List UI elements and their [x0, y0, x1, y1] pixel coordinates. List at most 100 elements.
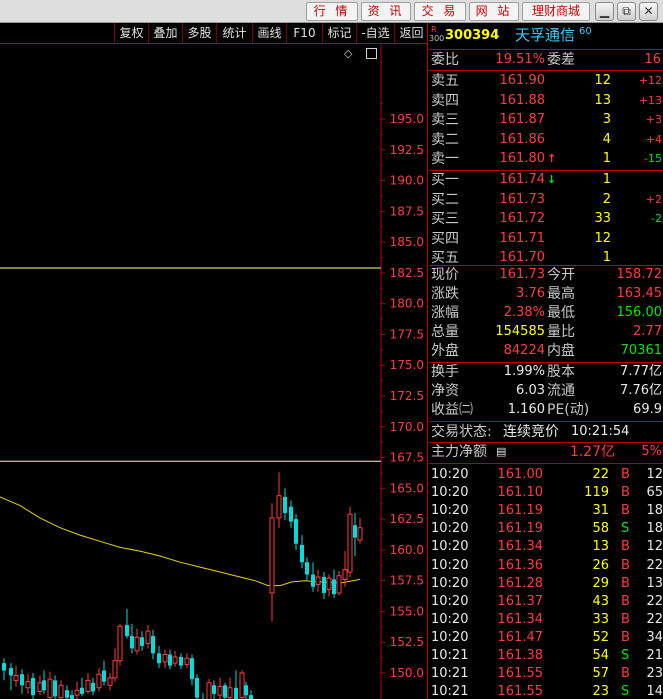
y-tick-label: 172.5	[390, 389, 424, 403]
buy-order-row[interactable]: 买三 161.72 33 -2	[429, 210, 663, 228]
order-price: 161.88	[499, 92, 546, 108]
candle-down	[353, 525, 357, 538]
tick-row[interactable]: 10:20 161.19 58 S 18	[429, 520, 663, 538]
toolbar-fuquan-button[interactable]: 复权	[114, 23, 148, 43]
candle-down	[179, 656, 183, 666]
candle-down	[31, 677, 35, 696]
kline-chart-area[interactable]: 195.0 192.5 190.0 187.5 185.0 182.5 180.0 177.5…	[0, 23, 428, 699]
order-price: 161.86	[499, 131, 546, 147]
quote-row-5: 外盘 84224 内盘 70361	[429, 342, 663, 360]
candle-up	[112, 660, 118, 679]
nav-button-jiaoyi[interactable]: 交 易	[414, 2, 466, 21]
neipan-value: 70361	[620, 343, 662, 358]
buy-order-row[interactable]: 买四 161.71 12	[429, 230, 663, 248]
buy-order-row[interactable]: 买二 161.73 2 +2	[429, 191, 663, 209]
tick-volume: 119	[584, 485, 609, 501]
nav-button-licai-shangcheng[interactable]: 理财商城	[522, 2, 590, 21]
zhuli-detail-icon[interactable]: ▤	[496, 443, 506, 461]
quote-row-4: 总量 154585 量比 2.77	[429, 323, 663, 341]
tick-row[interactable]: 10:21 161.38 54 S 21	[429, 647, 663, 665]
order-level-label: 买一	[431, 172, 459, 188]
sell-order-row[interactable]: 卖五 161.90 12 +12	[429, 72, 663, 90]
tick-row[interactable]: 10:20 161.28 29 B 13	[429, 575, 663, 593]
candle-up	[269, 517, 275, 594]
candle-up	[117, 625, 123, 662]
y-tick-label: 170.0	[390, 420, 424, 434]
order-change: +4	[645, 132, 662, 146]
tick-row[interactable]: 10:20 161.19 31 B 18	[429, 502, 663, 520]
tick-row[interactable]: 10:20 161.34 13 B 12	[429, 538, 663, 556]
toolbar-duogu-button[interactable]: 多股	[182, 23, 216, 43]
order-volume: 3	[602, 112, 611, 128]
toolbar-fanhui-button[interactable]: 返回	[394, 23, 428, 43]
candle-up	[326, 577, 332, 590]
pe-value: 69.9	[633, 402, 662, 417]
tick-row[interactable]: 10:20 161.36 26 B 22	[429, 557, 663, 575]
tick-row[interactable]: 10:21 161.55 57 B 23	[429, 665, 663, 683]
trade-status-time: 10:21:54	[571, 424, 630, 439]
market-tag-bottom: 300	[429, 34, 445, 43]
nav-button-wangzhan[interactable]: 网 站	[469, 2, 519, 21]
sell-order-row[interactable]: 卖三 161.87 3 +3	[429, 111, 663, 129]
toolbar-tongji-button[interactable]: 统计	[216, 23, 252, 43]
candle-up	[217, 686, 223, 696]
nav-button-zixun[interactable]: 资 讯	[361, 2, 411, 21]
candle-down	[168, 654, 172, 666]
tick-price: 161.28	[497, 575, 544, 591]
trade-status-label: 交易状态:	[431, 424, 492, 440]
buy-order-row[interactable]: 买一 161.74 ↓ 1	[429, 171, 663, 189]
candle-down	[322, 576, 326, 593]
liangbi-value: 2.77	[633, 324, 662, 339]
tick-side: B	[621, 575, 630, 591]
tick-row[interactable]: 10:20 161.34 33 B 22	[429, 611, 663, 629]
toolbar-f10-button[interactable]: F10	[286, 23, 322, 43]
diamond-icon[interactable]: ◇	[344, 47, 352, 60]
tick-time: 10:20	[431, 611, 469, 627]
y-tick-label: 185.0	[390, 235, 424, 249]
minimize-icon[interactable]: ▁	[595, 2, 614, 21]
tick-row[interactable]: 10:20 161.47 52 B 34	[429, 629, 663, 647]
tick-row[interactable]: 10:21 161.55 23 S 14	[429, 683, 663, 699]
candle-up	[357, 527, 363, 541]
candle-up	[96, 673, 102, 689]
kline-chart[interactable]: 195.0 192.5 190.0 187.5 185.0 182.5 180.0 177.5…	[0, 23, 428, 699]
sell-order-row[interactable]: 卖一 161.80 ↑ 1 -15	[429, 150, 663, 168]
expand-box-icon[interactable]	[366, 48, 377, 59]
y-tick-label: 192.5	[390, 143, 424, 157]
toolbar-diejia-button[interactable]: 叠加	[148, 23, 182, 43]
trade-status-value: 连续竞价	[503, 424, 559, 440]
close-icon[interactable]: ✕	[639, 2, 658, 21]
order-volume: 1	[602, 172, 611, 187]
tick-side: B	[621, 666, 630, 682]
tick-row[interactable]: 10:20 161.00 22 B 12	[429, 466, 663, 484]
tick-row[interactable]: 10:20 161.10 119 B 65	[429, 484, 663, 502]
nav-button-hangqing[interactable]: 行 情	[306, 2, 358, 21]
candle-up	[58, 684, 64, 699]
y-tick-label: 167.5	[390, 451, 424, 465]
order-volume: 12	[594, 73, 611, 88]
tick-price: 161.00	[497, 467, 544, 482]
tick-row[interactable]: 10:20 161.37 43 B 22	[429, 593, 663, 611]
toolbar-huaxian-button[interactable]: 画线	[252, 23, 286, 43]
tick-count: 13	[646, 575, 663, 591]
restore-icon[interactable]: ⧉	[617, 2, 636, 21]
zuigao-label: 最高	[547, 286, 575, 302]
sell-order-row[interactable]: 卖二 161.86 4 +4	[429, 131, 663, 149]
zuigao-value: 163.45	[616, 286, 663, 301]
tick-price: 161.34	[497, 611, 544, 627]
toolbar-zixuan-button[interactable]: -自选	[356, 23, 394, 43]
candle-down	[190, 658, 194, 680]
neipan-label: 内盘	[547, 343, 575, 359]
sell-order-row[interactable]: 卖四 161.88 13 +13	[429, 92, 663, 110]
toolbar-biaoji-button[interactable]: 标记	[322, 23, 356, 43]
fund-row-2: 净资 6.03 流通 7.76亿	[429, 382, 663, 400]
divider	[429, 49, 663, 50]
arrow-up-icon: ↑	[547, 152, 557, 166]
tick-volume: 13	[592, 539, 609, 555]
tick-side: S	[621, 521, 630, 537]
candle-up	[276, 495, 282, 519]
candle-down	[244, 685, 248, 696]
tick-price: 161.36	[497, 557, 544, 573]
zuidi-value: 156.00	[616, 305, 663, 320]
zhangdie-value: 3.76	[516, 286, 545, 301]
